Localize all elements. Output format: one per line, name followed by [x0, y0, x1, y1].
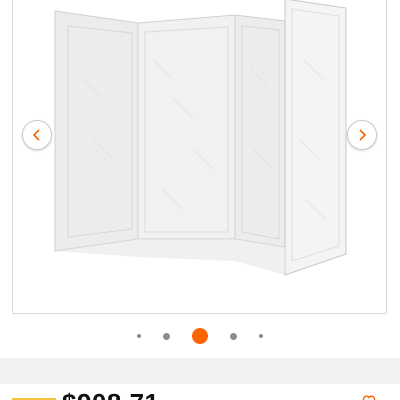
- product-page: $908.71: [0, 0, 400, 400]
- product-image: [54, 0, 347, 276]
- chevron-left-icon: [32, 129, 40, 141]
- image-pager: [0, 325, 400, 347]
- price-amount: $908.71: [62, 390, 159, 400]
- product-gallery: [12, 0, 387, 314]
- price-row: $908.71: [0, 384, 400, 400]
- pager-dot-active[interactable]: [192, 328, 208, 344]
- next-image-button[interactable]: [347, 120, 377, 150]
- section-divider: [0, 358, 400, 384]
- previous-image-button[interactable]: [22, 120, 52, 150]
- chevron-right-icon: [359, 129, 367, 141]
- pager-dot[interactable]: [230, 332, 237, 340]
- pager-dot[interactable]: [259, 334, 263, 338]
- pager-dot[interactable]: [163, 332, 170, 340]
- pager-dot[interactable]: [137, 334, 141, 338]
- heart-icon[interactable]: [362, 394, 376, 400]
